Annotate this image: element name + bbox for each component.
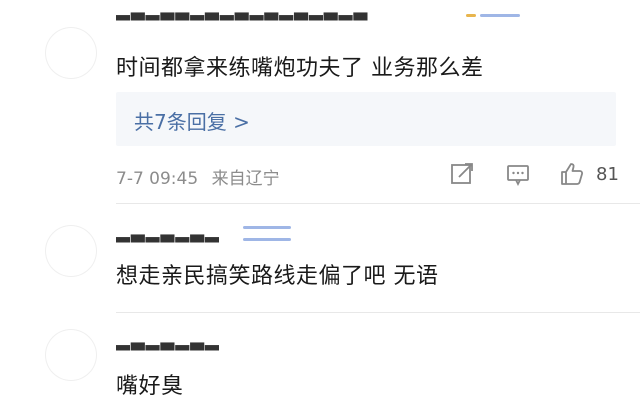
comment-text: 想走亲民搞笑路线走偏了吧 无语 [116,264,439,289]
like-count: 81 [596,164,619,185]
badge-icon [466,14,476,17]
avatar[interactable] [46,28,96,78]
avatar[interactable] [46,226,96,276]
like-icon[interactable] [558,160,586,188]
divider [116,203,640,204]
comment-meta: 7-7 09:45 来自辽宁 [116,164,280,189]
location: 来自辽宁 [211,169,280,189]
replies-link[interactable]: 共7条回复 > [134,106,250,135]
share-icon[interactable] [448,160,476,188]
username-cropped[interactable]: ▂▃▂▃▃▂▃▂▃▂▃▂▃▂▃▂▃ [116,12,456,22]
avatar[interactable] [46,330,96,380]
username-cropped[interactable]: ▂▃▂▃▂▃▂ [116,234,231,244]
username-cropped[interactable]: ▂▃▂▃▂▃▂ [116,342,226,352]
badge-icon [480,14,520,17]
comment-text: 嘴好臭 [116,374,184,399]
timestamp: 7-7 09:45 [116,169,199,189]
divider [116,312,640,313]
view-replies-button[interactable]: 共7条回复 > [116,92,616,146]
comment-text: 时间都拿来练嘴炮功夫了 业务那么差 [116,56,484,81]
badge-icon [243,226,291,229]
comment-icon[interactable] [504,160,532,188]
badge-icon [243,238,291,241]
